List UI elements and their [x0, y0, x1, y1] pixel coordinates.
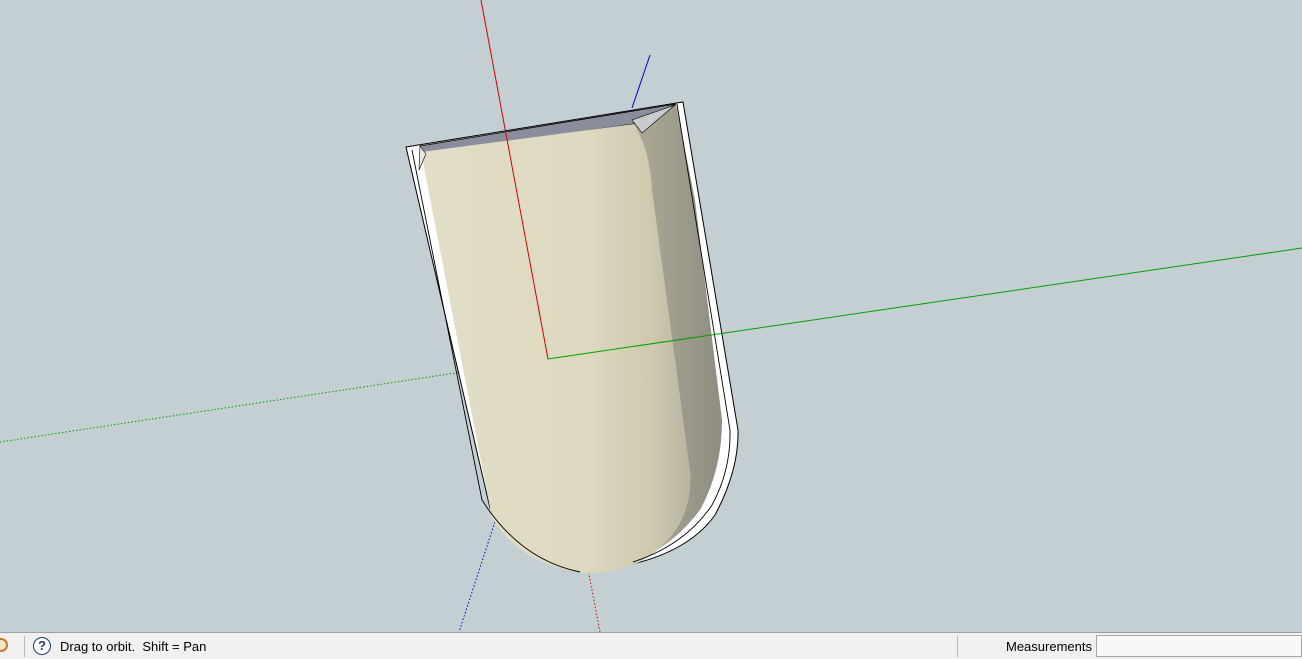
status-bar: ? Drag to orbit. Shift = Pan Measurement…	[0, 632, 1302, 659]
status-separator	[957, 636, 958, 657]
model-scene[interactable]	[0, 0, 1302, 632]
geo-location-icon[interactable]	[0, 638, 8, 652]
measurements-input[interactable]	[1096, 635, 1302, 657]
drawing-viewport[interactable]	[0, 0, 1302, 632]
status-separator	[24, 636, 25, 657]
tray-front-face	[421, 124, 691, 574]
question-mark-icon[interactable]: ?	[33, 637, 51, 655]
measurements-label: Measurements	[1006, 639, 1092, 654]
blue-axis-positive	[631, 54, 651, 109]
status-prompt-text: Drag to orbit. Shift = Pan	[60, 639, 207, 654]
